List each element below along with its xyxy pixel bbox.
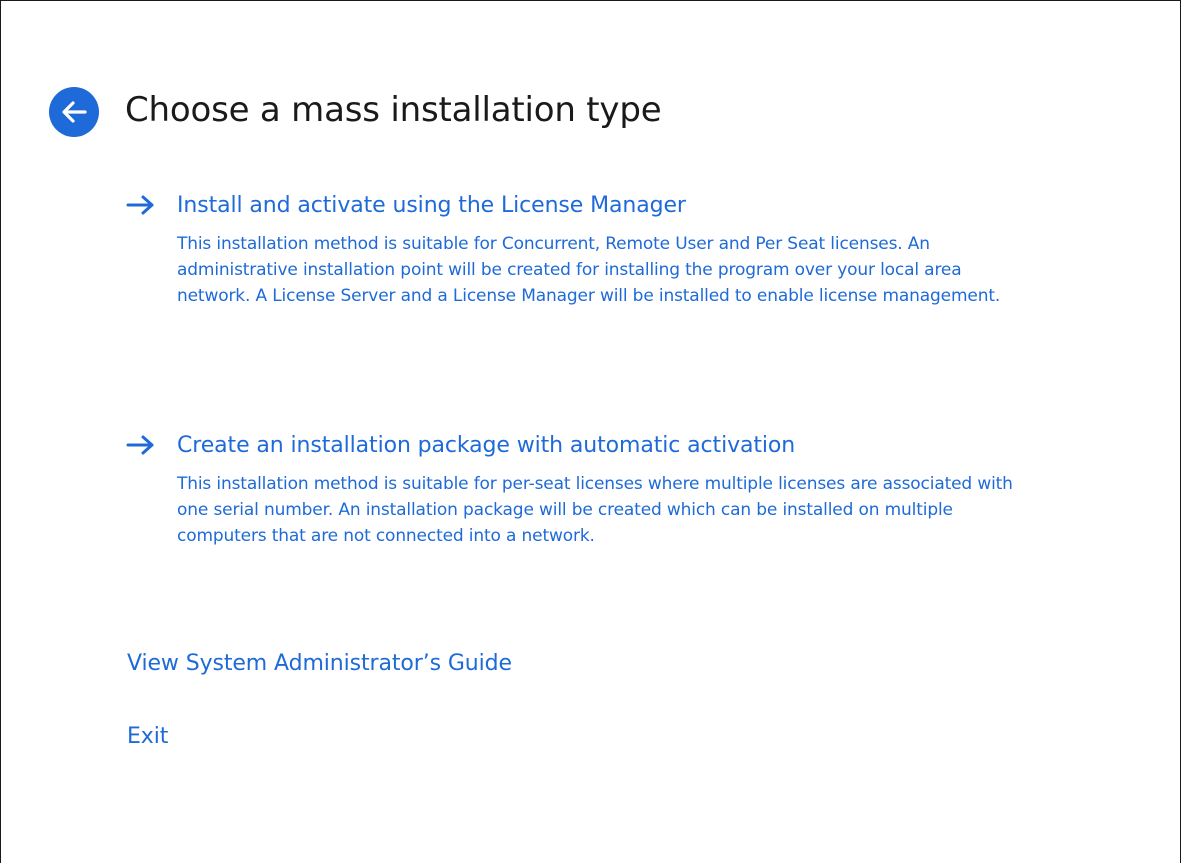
option-license-manager: Install and activate using the License M… xyxy=(125,187,1025,309)
option-description: This installation method is suitable for… xyxy=(177,234,1001,306)
arrow-left-icon xyxy=(62,101,87,123)
option-installation-package: Create an installation package with auto… xyxy=(125,427,1025,549)
option-installation-package-link[interactable]: Create an installation package with auto… xyxy=(125,427,1025,463)
view-admin-guide-link[interactable]: View System Administrator’s Guide xyxy=(127,651,512,676)
option-title: Install and activate using the License M… xyxy=(177,192,686,218)
exit-link[interactable]: Exit xyxy=(127,724,168,749)
installer-window: Choose a mass installation type Install … xyxy=(0,0,1181,863)
option-license-manager-link[interactable]: Install and activate using the License M… xyxy=(125,187,1025,223)
option-description: This installation method is suitable for… xyxy=(177,474,1013,546)
option-title: Create an installation package with auto… xyxy=(177,432,796,458)
arrow-right-icon xyxy=(126,195,154,215)
back-button[interactable] xyxy=(49,87,99,137)
arrow-right-icon xyxy=(126,435,154,455)
page-title: Choose a mass installation type xyxy=(125,90,662,130)
